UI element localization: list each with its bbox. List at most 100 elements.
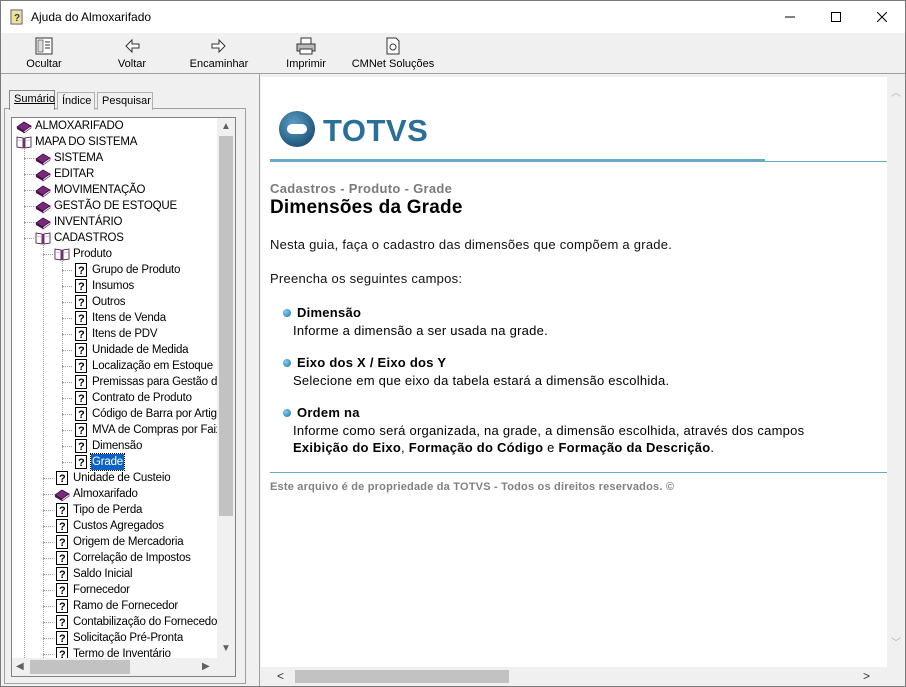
page-title: Dimensões da Grade bbox=[270, 197, 463, 218]
tree-connector bbox=[62, 334, 72, 335]
tree-item[interactable]: ? Solicitação Pré-Pronta bbox=[54, 630, 184, 646]
tree-item[interactable]: CADASTROS bbox=[35, 230, 125, 246]
bullet-icon bbox=[283, 359, 291, 367]
tree-connector bbox=[43, 558, 53, 559]
tree-item-label: SISTEMA bbox=[54, 152, 104, 164]
content-scroll-up-icon[interactable]: ︿ bbox=[891, 89, 901, 99]
help-topic-icon: ? bbox=[54, 582, 70, 598]
field-name: Ordem na bbox=[297, 405, 360, 420]
tree-item[interactable]: Almoxarifado bbox=[54, 486, 139, 502]
svg-text:?: ? bbox=[59, 553, 66, 565]
contents-tree[interactable]: ALMOXARIFADO MAPA DO SISTEMA SISTEMA EDITAR… bbox=[11, 117, 236, 677]
tree-item[interactable]: INVENTÁRIO bbox=[35, 214, 123, 230]
help-topic-icon: ? bbox=[54, 470, 70, 486]
tree-item-label: Fornecedor bbox=[73, 584, 130, 596]
tree-item[interactable]: ? Unidade de Custeio bbox=[54, 470, 171, 486]
help-topic-icon: ? bbox=[54, 630, 70, 646]
tab-index-label: Índice bbox=[62, 95, 92, 107]
content-scroll-right-icon[interactable]: > bbox=[863, 670, 870, 682]
hide-button[interactable]: Ocultar bbox=[17, 35, 71, 73]
content-vertical-scrollbar[interactable]: ︿ ﹀ bbox=[887, 77, 905, 667]
tree-item[interactable]: Produto bbox=[54, 246, 113, 262]
tree-item-label: MOVIMENTAÇÃO bbox=[54, 184, 146, 196]
tree-item[interactable]: ? Insumos bbox=[73, 278, 135, 294]
content-scroll-left-icon[interactable]: < bbox=[277, 670, 284, 682]
close-button[interactable] bbox=[859, 1, 905, 33]
tree-item[interactable]: ? Ramo de Fornecedor bbox=[54, 598, 179, 614]
tree-item[interactable]: ? Contrato de Produto bbox=[73, 390, 193, 406]
field-description: Selecione em que eixo da tabela estará a… bbox=[293, 373, 670, 388]
tree-horizontal-scrollbar[interactable]: ◀ ▶ bbox=[12, 658, 217, 676]
tree-hscroll-thumb[interactable] bbox=[30, 660, 130, 674]
content-scroll-down-icon[interactable]: ﹀ bbox=[891, 639, 901, 649]
help-topic-icon: ? bbox=[73, 454, 89, 470]
svg-text:?: ? bbox=[78, 281, 85, 293]
tree-item[interactable]: ? Contabilização do Fornecedor bbox=[54, 614, 222, 630]
tree-item[interactable]: ? Custos Agregados bbox=[54, 518, 165, 534]
window-title: Ajuda do Almoxarifado bbox=[31, 10, 152, 24]
svg-text:?: ? bbox=[78, 457, 85, 469]
tree-vscroll-thumb[interactable] bbox=[219, 136, 233, 516]
footer-rule bbox=[270, 472, 887, 473]
tree-item[interactable]: ? MVA de Compras por Faixa bbox=[73, 422, 229, 438]
back-button[interactable]: Voltar bbox=[105, 35, 159, 73]
cmnet-button[interactable]: CMNet Soluções bbox=[347, 35, 439, 73]
svg-text:?: ? bbox=[59, 585, 66, 597]
content-hscroll-thumb[interactable] bbox=[295, 670, 509, 683]
minimize-icon bbox=[785, 16, 795, 18]
help-topic-icon: ? bbox=[73, 406, 89, 422]
scroll-right-icon[interactable]: ▶ bbox=[202, 662, 210, 672]
scroll-up-icon[interactable]: ▲ bbox=[221, 122, 231, 132]
tree-connector bbox=[62, 318, 72, 319]
help-topic-icon: ? bbox=[54, 598, 70, 614]
tree-item[interactable]: ? Itens de PDV bbox=[73, 326, 158, 342]
maximize-button[interactable] bbox=[813, 1, 859, 33]
tree-item[interactable]: ? Fornecedor bbox=[54, 582, 131, 598]
book-closed-icon bbox=[35, 198, 51, 214]
tab-index[interactable]: Índice bbox=[57, 92, 95, 110]
tree-item[interactable]: ALMOXARIFADO bbox=[16, 118, 124, 134]
tree-item[interactable]: ? Origem de Mercadoria bbox=[54, 534, 184, 550]
tree-item[interactable]: EDITAR bbox=[35, 166, 95, 182]
help-topic-icon: ? bbox=[73, 278, 89, 294]
tree-item[interactable]: ? Itens de Venda bbox=[73, 310, 167, 326]
tree-item[interactable]: ? Unidade de Medida bbox=[73, 342, 189, 358]
content-horizontal-scrollbar[interactable]: < > bbox=[261, 667, 905, 686]
tree-item[interactable]: SISTEMA bbox=[35, 150, 104, 166]
tree-item-label: Unidade de Custeio bbox=[73, 472, 171, 484]
print-button[interactable]: Imprimir bbox=[281, 35, 331, 73]
tree-item[interactable]: ? Grupo de Produto bbox=[73, 262, 181, 278]
tree-item-label: Itens de PDV bbox=[92, 328, 158, 340]
tree-item[interactable]: ? Grade bbox=[73, 453, 125, 471]
tab-contents[interactable]: Sumário bbox=[9, 90, 55, 110]
tree-item-label: Solicitação Pré-Pronta bbox=[73, 632, 184, 644]
pane-splitter[interactable] bbox=[247, 74, 259, 686]
tree-item[interactable]: MAPA DO SISTEMA bbox=[16, 134, 138, 150]
tree-item[interactable]: ? Correlação de Impostos bbox=[54, 550, 192, 566]
scroll-down-icon[interactable]: ▼ bbox=[221, 644, 231, 654]
tree-item-label: Insumos bbox=[92, 280, 135, 292]
hide-pane-icon bbox=[35, 37, 53, 55]
tree-item[interactable]: ? Código de Barra por Artigo bbox=[73, 406, 224, 422]
tree-item[interactable]: ? Outros bbox=[73, 294, 126, 310]
tree-item[interactable]: ? Localização em Estoque bbox=[73, 358, 214, 374]
tree-vertical-scrollbar[interactable]: ▲ ▼ bbox=[217, 118, 235, 658]
help-content: TOTVS Cadastros - Produto - Grade Dimens… bbox=[261, 77, 887, 667]
tree-item[interactable]: ? Premissas para Gestão de bbox=[73, 374, 224, 390]
tab-search[interactable]: Pesquisar bbox=[97, 92, 153, 110]
tree-item[interactable]: ? Dimensão bbox=[73, 438, 143, 454]
tree-item[interactable]: ? Saldo Inicial bbox=[54, 566, 133, 582]
tree-item-label: Tipo de Perda bbox=[73, 504, 143, 516]
title-bar[interactable]: ? Ajuda do Almoxarifado bbox=[1, 1, 905, 33]
tree-item[interactable]: GESTÃO DE ESTOQUE bbox=[35, 198, 178, 214]
tree-item-label: Itens de Venda bbox=[92, 312, 166, 324]
forward-button[interactable]: Encaminhar bbox=[187, 35, 251, 73]
tree-connector bbox=[43, 606, 53, 607]
minimize-button[interactable] bbox=[767, 1, 813, 33]
scroll-left-icon[interactable]: ◀ bbox=[16, 662, 24, 672]
tree-guide-line bbox=[43, 242, 44, 662]
svg-text:?: ? bbox=[78, 441, 85, 453]
tree-item[interactable]: ? Tipo de Perda bbox=[54, 502, 143, 518]
tree-item[interactable]: MOVIMENTAÇÃO bbox=[35, 182, 146, 198]
header-accent-rule bbox=[270, 159, 765, 162]
